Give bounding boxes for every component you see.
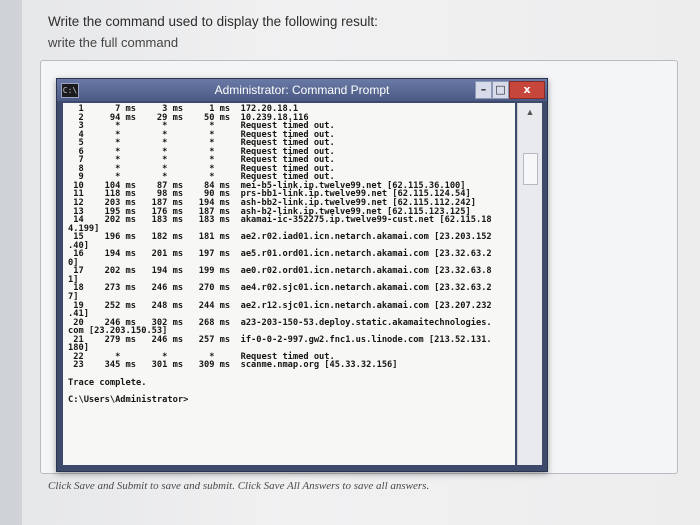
console-line: 21 279 ms 246 ms 257 ms if-0-0-2-997.gw2…	[68, 334, 492, 345]
console-scrollbar[interactable]: ▲	[517, 103, 542, 465]
minimize-button[interactable]: –	[475, 81, 492, 99]
console-line: 14 202 ms 183 ms 183 ms akamai-ic-352275…	[68, 215, 492, 226]
console-line: C:\Users\Administrator>	[68, 394, 189, 405]
submit-instructions: Click Save and Submit to save and submit…	[48, 480, 430, 492]
console-line: 18 273 ms 246 ms 270 ms ae4.r02.sjc01.ic…	[68, 283, 492, 294]
window-titlebar[interactable]: C:\ Administrator: Command Prompt – □ x	[57, 79, 547, 101]
maximize-button[interactable]: □	[492, 81, 509, 99]
console-line: 19 252 ms 248 ms 244 ms ae2.r12.sjc01.ic…	[68, 300, 492, 311]
console-output[interactable]: 1 7 ms 3 ms 1 ms 172.20.18.1 2 94 ms 29 …	[63, 103, 515, 465]
question-text: Write the command used to display the fo…	[48, 14, 378, 29]
tracert-output: 1 7 ms 3 ms 1 ms 172.20.18.1 2 94 ms 29 …	[63, 103, 515, 404]
console-line: 23 345 ms 301 ms 309 ms scanme.nmap.org …	[68, 360, 398, 371]
console-line: 17 202 ms 194 ms 199 ms ae0.r02.ord01.ic…	[68, 266, 492, 277]
console-line: Trace complete.	[68, 377, 147, 388]
console-line: 15 196 ms 182 ms 181 ms ae2.r02.iad01.ic…	[68, 232, 492, 243]
scroll-thumb[interactable]	[523, 153, 538, 185]
close-button[interactable]: x	[509, 81, 545, 99]
scroll-up-arrow-icon[interactable]: ▲	[518, 105, 542, 119]
answer-instruction: write the full command	[48, 35, 179, 50]
command-prompt-window: C:\ Administrator: Command Prompt – □ x …	[56, 78, 548, 472]
console-line: 16 194 ms 201 ms 197 ms ae5.r01.ord01.ic…	[68, 249, 492, 260]
window-title: Administrator: Command Prompt	[214, 83, 390, 97]
